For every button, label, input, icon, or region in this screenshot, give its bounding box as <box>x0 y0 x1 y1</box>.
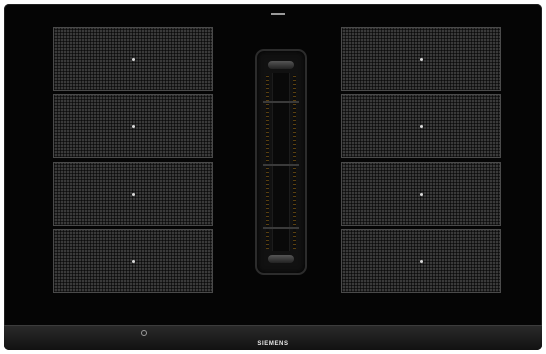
vent-cap-bottom <box>268 255 294 263</box>
zone-marker-icon <box>420 193 423 196</box>
left-zone-1 <box>53 27 213 91</box>
image-canvas: SIEMENS <box>0 0 546 354</box>
downdraft-vent <box>255 49 307 275</box>
right-zone-2 <box>341 94 501 158</box>
top-centre-mark <box>271 13 285 15</box>
right-zone-4 <box>341 229 501 293</box>
zone-marker-icon <box>132 58 135 61</box>
left-zone-2 <box>53 94 213 158</box>
right-zone-1 <box>341 27 501 91</box>
zone-marker-icon <box>420 58 423 61</box>
brand-label: SIEMENS <box>257 341 289 347</box>
zone-marker-icon <box>132 260 135 263</box>
control-strip: SIEMENS <box>4 325 542 350</box>
vent-crossbar <box>263 227 299 229</box>
zone-marker-icon <box>132 125 135 128</box>
power-icon <box>141 330 147 336</box>
vent-crossbar <box>263 164 299 166</box>
left-zone-3 <box>53 162 213 226</box>
left-zone-4 <box>53 229 213 293</box>
vent-crossbar <box>263 101 299 103</box>
right-zone-3 <box>341 162 501 226</box>
vent-channel <box>272 73 290 251</box>
vent-cap-top <box>268 61 294 69</box>
zone-marker-icon <box>420 260 423 263</box>
hob-surface: SIEMENS <box>4 4 542 350</box>
zone-marker-icon <box>132 193 135 196</box>
zone-marker-icon <box>420 125 423 128</box>
